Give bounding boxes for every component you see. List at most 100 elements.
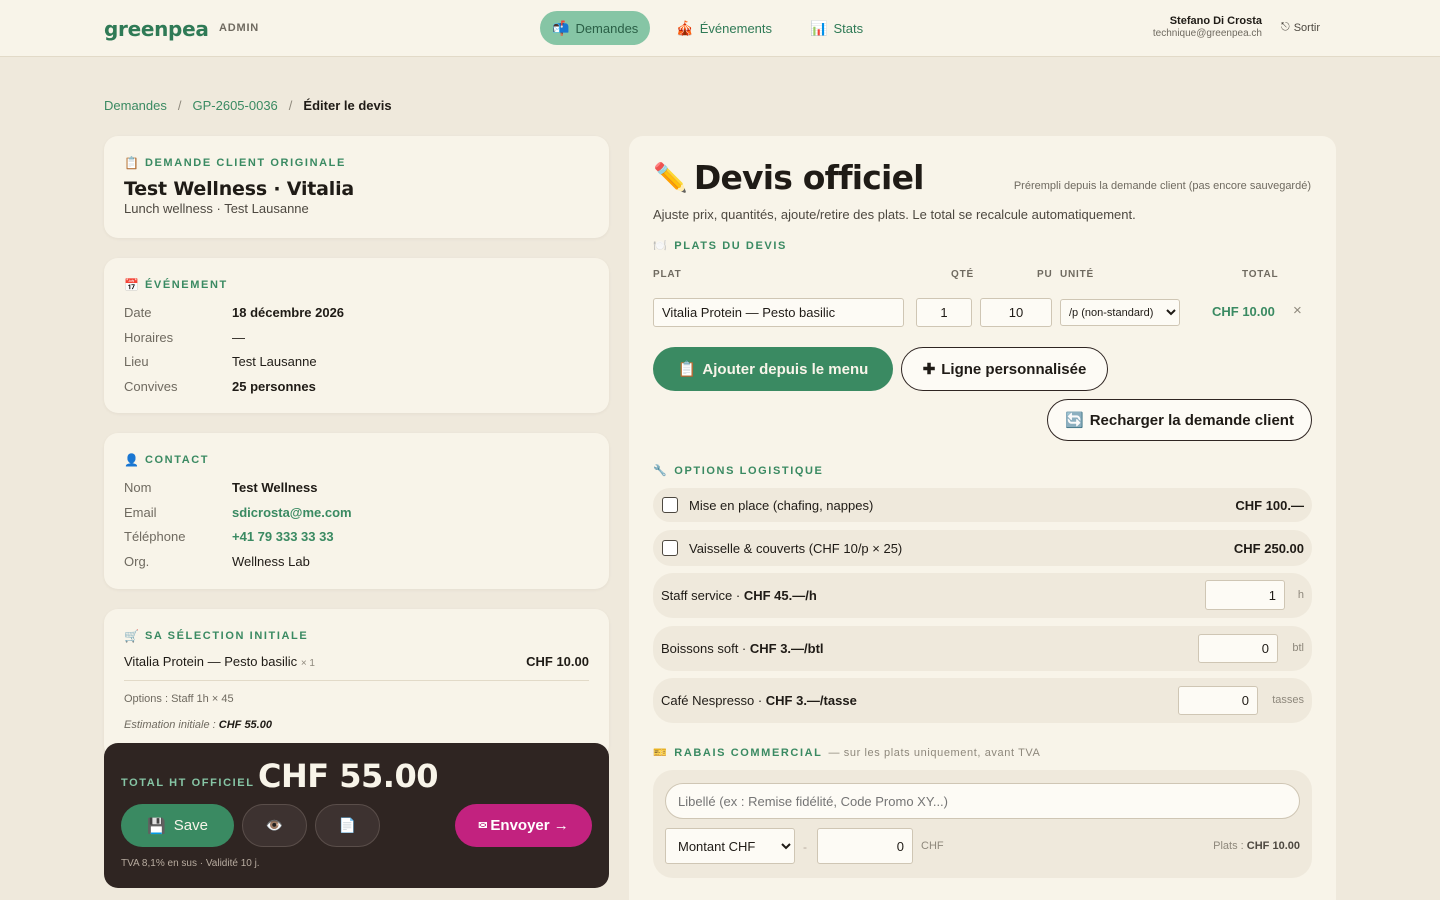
add-custom-line-button[interactable]: ✚ Ligne personnalisée: [901, 347, 1108, 391]
option-label: Vaisselle & couverts (CHF 10/p × 25): [689, 541, 903, 556]
line-unit-select[interactable]: /p (non-standard): [1060, 299, 1180, 326]
discount-dash: -: [803, 840, 807, 854]
option-row-boissons: Boissons soft · CHF 3.—/btl btl: [653, 626, 1312, 671]
boissons-rate: CHF 3.—/btl: [749, 641, 824, 656]
discount-currency: CHF: [921, 840, 944, 852]
logout-label: Sortir: [1293, 21, 1320, 34]
user-email: technique@greenpea.ch: [1152, 28, 1262, 39]
save-button[interactable]: 💾 Save: [121, 804, 234, 847]
logout-button[interactable]: ⎋ Sortir: [1281, 21, 1320, 34]
option-label: Mise en place (chafing, nappes): [689, 498, 874, 513]
save-button-label: Save: [173, 817, 208, 834]
staff-hours-input[interactable]: [1205, 580, 1285, 610]
main-nav: 📬 Demandes 🎪 Événements 📊 Stats: [540, 11, 875, 45]
option-row-staff: Staff service · CHF 45.—/h h: [653, 573, 1312, 618]
boissons-unit: btl: [1292, 642, 1304, 654]
option-label: Staff service · CHF 45.—/h: [661, 588, 817, 603]
selection-item-price: CHF 10.00: [526, 654, 589, 669]
greenpea-logo[interactable]: greenpea: [104, 17, 209, 41]
total-label: TOTAL HT OFFICIEL: [121, 777, 255, 789]
option-row-mise-en-place: Mise en place (chafing, nappes) CHF 100.…: [653, 488, 1312, 522]
discount-box: Montant CHF Pourcentage % - CHF Plats : …: [653, 770, 1312, 878]
send-button[interactable]: ✉ Envoyer →: [455, 804, 592, 847]
remove-line-icon[interactable]: ×: [1293, 302, 1302, 319]
preview-button[interactable]: 👁️: [242, 804, 307, 847]
col-header-qty: QTÉ: [951, 269, 974, 280]
vaisselle-checkbox[interactable]: [662, 540, 678, 556]
quote-title: ✏️ Devis officiel: [653, 158, 924, 197]
calendar-icon: 📅: [124, 278, 139, 292]
pencil-icon: ✏️: [653, 162, 688, 193]
contact-key: Nom: [124, 479, 152, 495]
total-footnote: TVA 8,1% en sus · Validité 10 j.: [121, 858, 260, 869]
mise-en-place-checkbox[interactable]: [662, 497, 678, 513]
clipboard-icon: 📋: [677, 361, 697, 378]
event-row-place: Lieu Test Lausanne: [124, 349, 589, 374]
original-request-card: 📋 DEMANDE CLIENT ORIGINALE Test Wellness…: [104, 136, 609, 238]
event-card: 📅 ÉVÉNEMENT Date 18 décembre 2026 Horair…: [104, 258, 609, 413]
line-pu-input[interactable]: [980, 298, 1052, 327]
option-price: CHF 100.—: [1235, 498, 1304, 513]
envelope-icon: ✉: [478, 820, 488, 832]
plats-total-value: CHF 10.00: [1246, 840, 1300, 852]
contact-phone-link[interactable]: +41 79 333 33 33: [232, 529, 334, 544]
option-label: Café Nespresso · CHF 3.—/tasse: [661, 693, 857, 708]
contact-key: Email: [124, 504, 157, 520]
contact-value: Wellness Lab: [232, 553, 310, 569]
discount-type-select[interactable]: Montant CHF Pourcentage %: [665, 828, 795, 864]
contact-email-link[interactable]: sdicrosta@me.com: [232, 505, 352, 520]
admin-badge: ADMIN: [219, 22, 260, 34]
dishes-section-label: PLATS DU DEVIS: [674, 239, 787, 252]
option-row-cafe: Café Nespresso · CHF 3.—/tasse tasses: [653, 678, 1312, 723]
breadcrumb-current: Éditer le devis: [303, 98, 392, 113]
user-info: Stefano Di Crosta technique@greenpea.ch: [1153, 15, 1262, 39]
circus-tent-icon: 🎪: [676, 19, 694, 36]
nav-stats[interactable]: 📊 Stats: [798, 11, 875, 45]
pdf-button[interactable]: 📄: [315, 804, 380, 847]
contact-row-email: Email sdicrosta@me.com: [124, 500, 589, 525]
staff-rate: CHF 45.—/h: [743, 588, 817, 603]
total-amount: CHF 55.00: [258, 757, 438, 795]
selection-item: Vitalia Protein — Pesto basilic × 1 CHF …: [124, 654, 589, 681]
quote-description: Ajuste prix, quantités, ajoute/retire de…: [653, 207, 1136, 222]
option-row-vaisselle: Vaisselle & couverts (CHF 10/p × 25) CHF…: [653, 530, 1312, 566]
user-name: Stefano Di Crosta: [1169, 15, 1262, 27]
dishes-section-heading: 🍽️ PLATS DU DEVIS: [653, 239, 787, 253]
nav-stats-label: Stats: [833, 20, 864, 36]
contact-key: Téléphone: [124, 529, 186, 545]
ticket-icon: 🎫: [653, 747, 669, 759]
discount-section-note: — sur les plats uniquement, avant TVA: [828, 746, 1041, 759]
reload-request-label: Recharger la demande client: [1089, 411, 1294, 429]
wrench-icon: 🔧: [653, 465, 669, 477]
line-qty-input[interactable]: [916, 298, 972, 327]
col-header-total: TOTAL: [1242, 269, 1279, 280]
col-header-pu: PU: [1037, 269, 1053, 280]
event-value: —: [232, 329, 245, 345]
reload-request-button[interactable]: 🔄 Recharger la demande client: [1047, 399, 1312, 441]
contact-value: Test Wellness: [232, 479, 318, 495]
send-button-label: Envoyer →: [490, 817, 569, 834]
refresh-icon: 🔄: [1065, 412, 1084, 429]
boissons-input[interactable]: [1198, 634, 1278, 663]
event-key: Date: [124, 304, 152, 320]
cafe-input[interactable]: [1178, 686, 1258, 715]
line-plat-input[interactable]: [653, 298, 904, 327]
quote-editor-panel: ✏️ Devis officiel Prérempli depuis la de…: [629, 136, 1336, 900]
cafe-rate: CHF 3.—/tasse: [765, 693, 857, 708]
boissons-label: Boissons soft ·: [661, 641, 750, 656]
breadcrumb-request-id[interactable]: GP-2605-0036: [193, 98, 278, 113]
initial-selection-heading: 🛒 SA SÉLECTION INITIALE: [124, 629, 589, 643]
mailbox-icon: 📬: [552, 19, 570, 36]
selection-item-name: Vitalia Protein — Pesto basilic: [124, 654, 298, 669]
breadcrumb-separator: /: [288, 98, 293, 113]
total-panel: TOTAL HT OFFICIEL CHF 55.00 💾 Save 👁️ 📄 …: [104, 743, 609, 888]
nav-evenements[interactable]: 🎪 Événements: [664, 11, 784, 45]
event-row-hours: Horaires —: [124, 325, 589, 350]
nav-demandes[interactable]: 📬 Demandes: [540, 11, 651, 45]
add-from-menu-button[interactable]: 📋 Ajouter depuis le menu: [653, 347, 893, 391]
discount-amount-input[interactable]: [817, 828, 913, 864]
discount-label-input[interactable]: [665, 783, 1300, 819]
cafe-label: Café Nespresso ·: [661, 693, 766, 708]
breadcrumb-demandes[interactable]: Demandes: [104, 98, 167, 113]
request-title: Test Wellness · Vitalia: [124, 178, 355, 200]
